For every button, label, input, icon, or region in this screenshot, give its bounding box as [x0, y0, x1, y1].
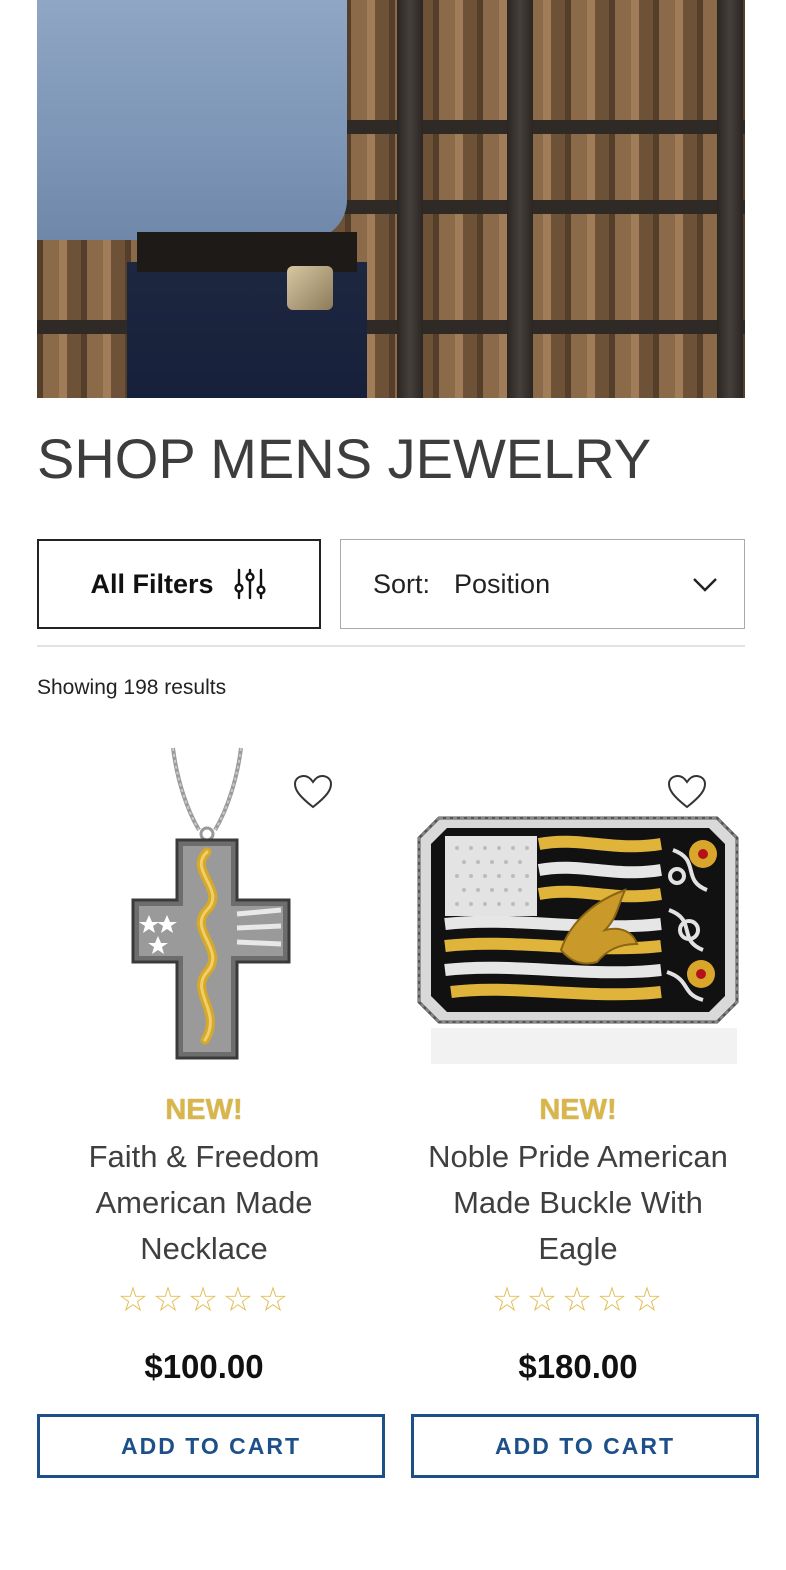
- star-empty-icon: ☆: [152, 1281, 186, 1319]
- model-shirt: [37, 0, 347, 240]
- new-badge: NEW!: [165, 1094, 243, 1126]
- fence-post: [507, 0, 533, 398]
- star-empty-icon: ☆: [187, 1281, 221, 1319]
- star-empty-icon: ☆: [117, 1281, 151, 1319]
- model-buckle: [287, 266, 333, 310]
- star-empty-icon: ☆: [596, 1281, 630, 1319]
- fence-post: [397, 0, 423, 398]
- sort-value: Position: [454, 568, 551, 599]
- page-title: SHOP MENS JEWELRY: [37, 427, 652, 490]
- product-price: $180.00: [518, 1348, 638, 1385]
- sort-label: Sort:: [373, 568, 431, 599]
- new-badge: NEW!: [539, 1094, 617, 1126]
- star-rating: ☆☆☆☆☆: [411, 1280, 745, 1320]
- star-empty-icon: ☆: [222, 1281, 256, 1319]
- sort-select[interactable]: Sort: Position: [340, 539, 745, 629]
- filter-sliders-icon: [233, 568, 266, 600]
- heart-icon[interactable]: [293, 774, 333, 810]
- fence-post: [717, 0, 743, 398]
- heart-icon[interactable]: [667, 774, 707, 810]
- star-empty-icon: ☆: [631, 1281, 665, 1319]
- product-name[interactable]: Faith & Freedom American Made Necklace: [37, 1134, 371, 1272]
- star-empty-icon: ☆: [257, 1281, 291, 1319]
- product-name[interactable]: Noble Pride American Made Buckle With Ea…: [411, 1134, 745, 1272]
- divider: [37, 645, 745, 647]
- all-filters-label: All Filters: [90, 568, 214, 599]
- add-to-cart-button[interactable]: ADD TO CART: [411, 1414, 759, 1478]
- product-card: NEW! Faith & Freedom American Made Neckl…: [37, 740, 385, 1480]
- product-card: NEW! Noble Pride American Made Buckle Wi…: [411, 740, 759, 1480]
- star-empty-icon: ☆: [561, 1281, 595, 1319]
- add-to-cart-button[interactable]: ADD TO CART: [37, 1414, 385, 1478]
- star-rating: ☆☆☆☆☆: [37, 1280, 371, 1320]
- star-empty-icon: ☆: [491, 1281, 525, 1319]
- chevron-down-icon: [693, 578, 717, 592]
- star-empty-icon: ☆: [526, 1281, 560, 1319]
- all-filters-button[interactable]: All Filters: [37, 539, 321, 629]
- product-price: $100.00: [144, 1348, 264, 1385]
- results-count: Showing 198 results: [37, 676, 227, 699]
- hero-banner-image: [37, 0, 745, 398]
